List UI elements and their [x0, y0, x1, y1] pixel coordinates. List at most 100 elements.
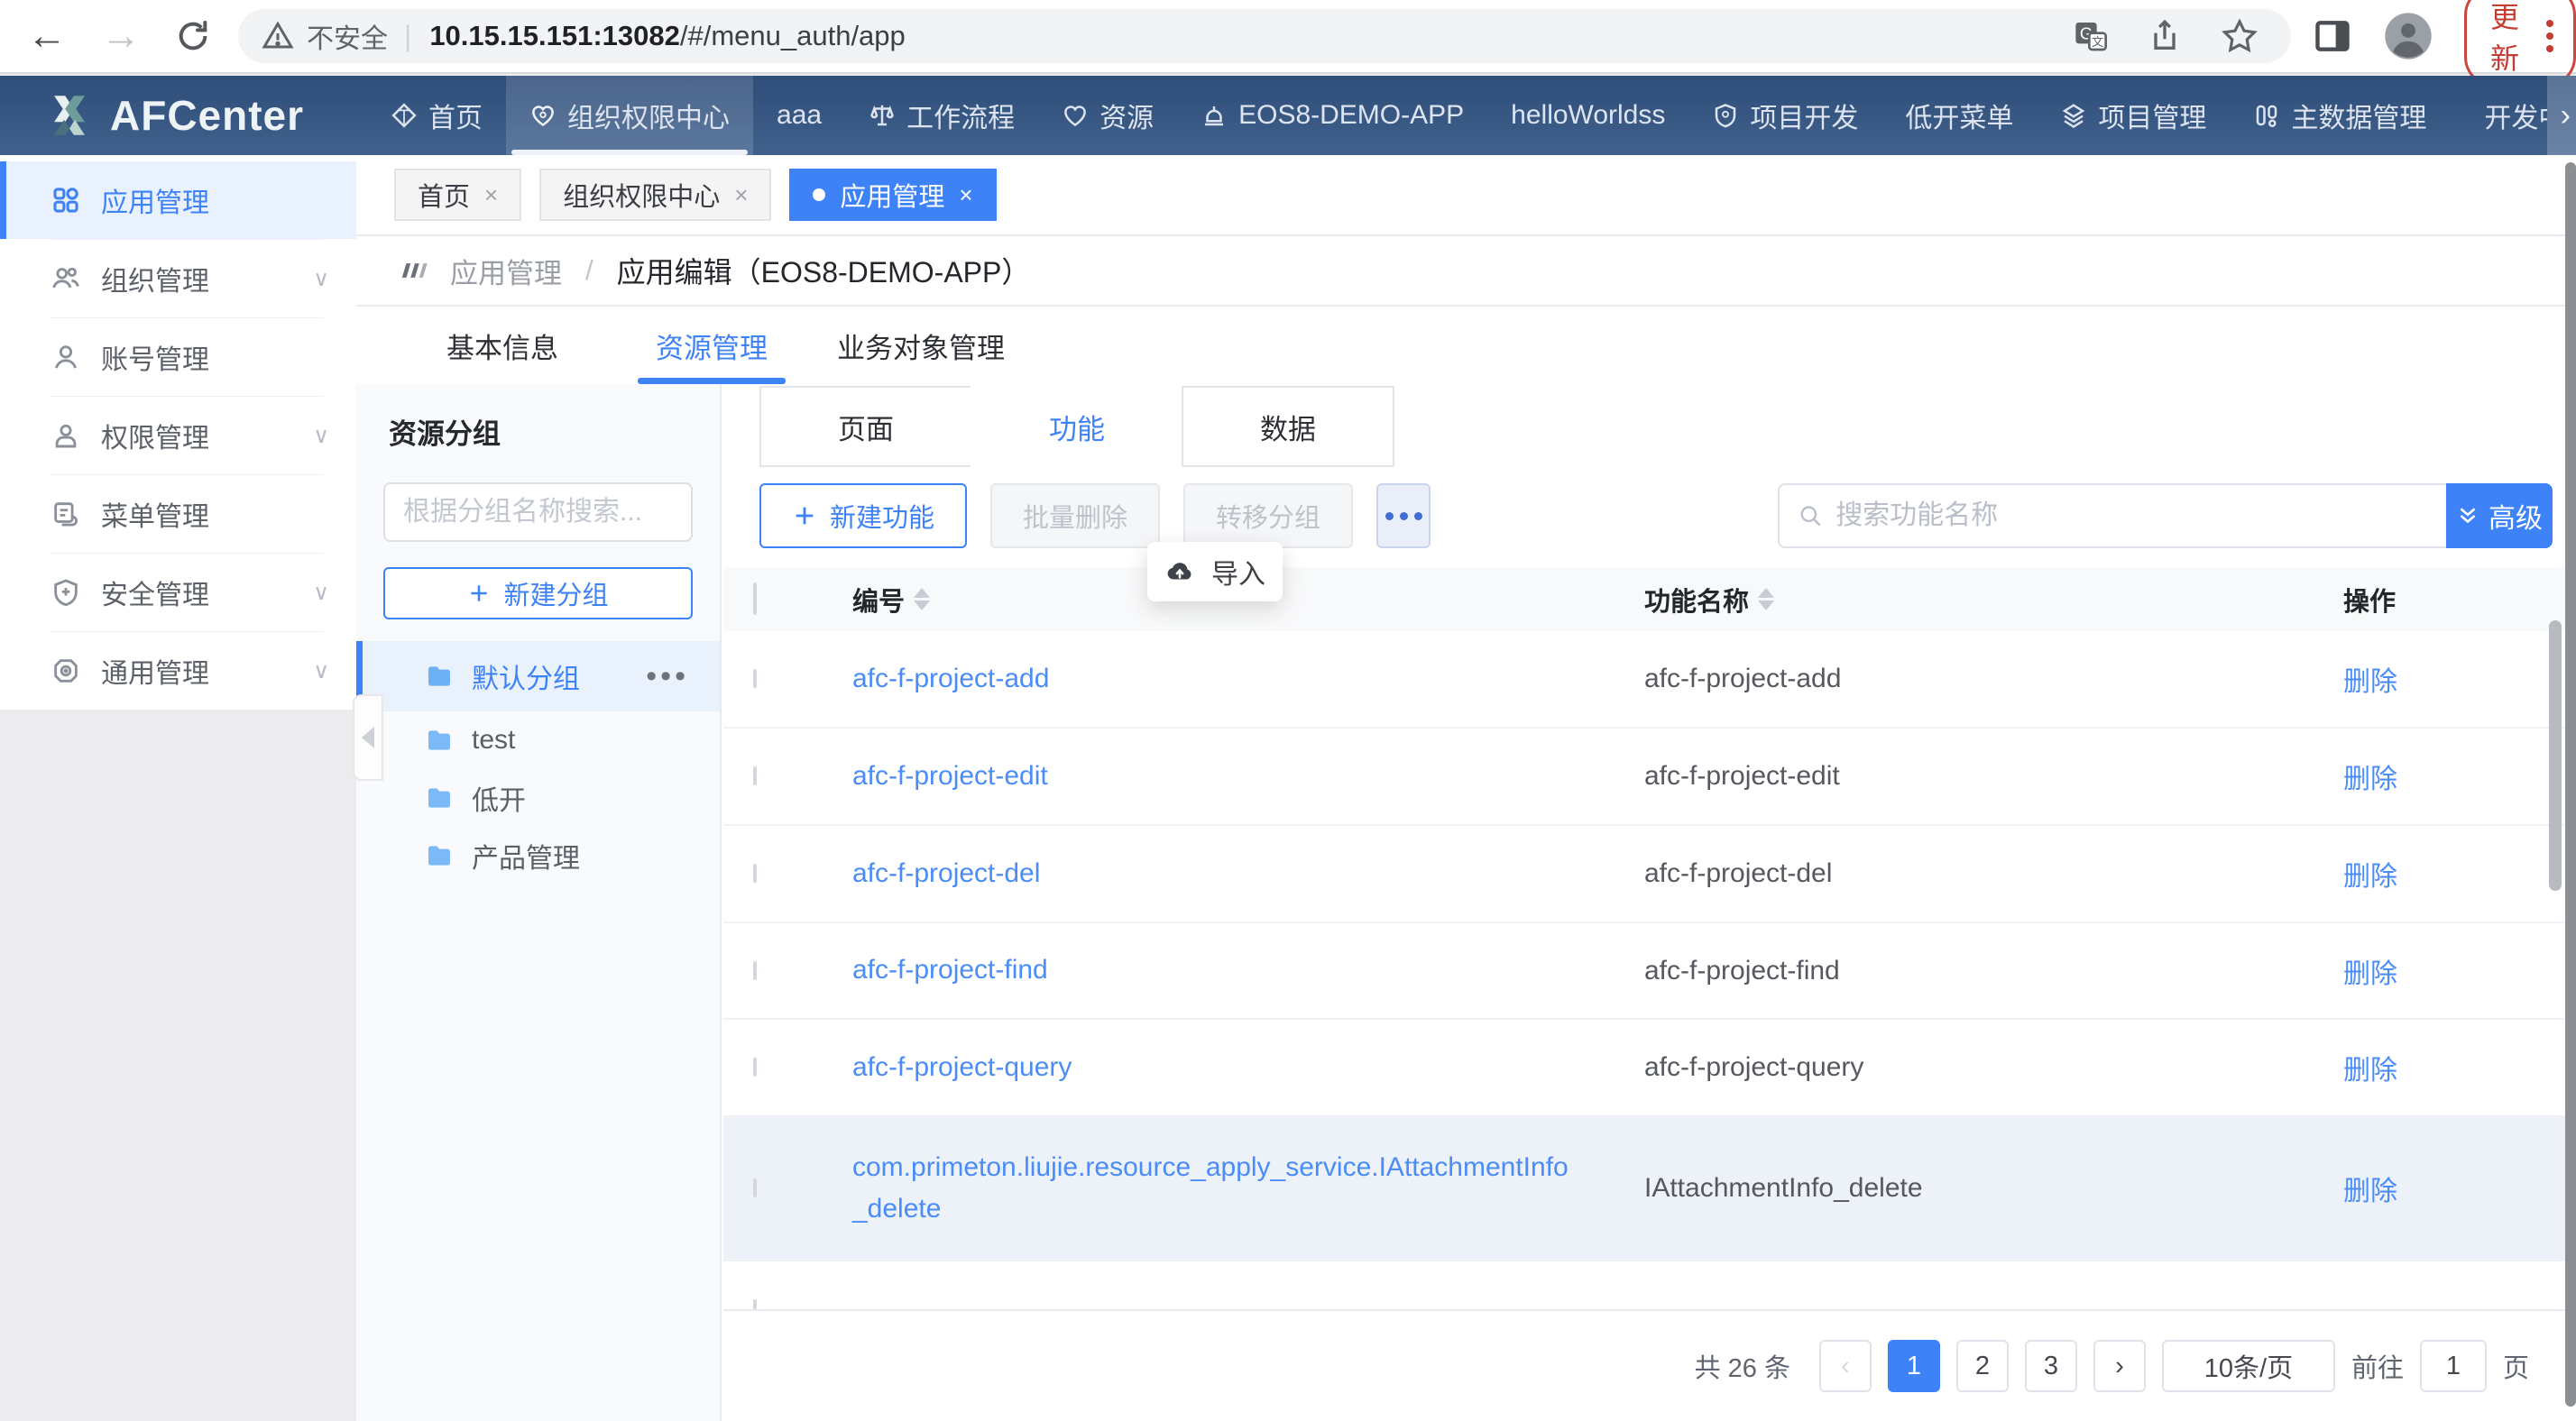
nav-overflow-chevron-icon[interactable]: › — [2547, 76, 2576, 155]
tab-app-mgmt[interactable]: 应用管理 × — [789, 169, 996, 221]
nav-item-project-mgmt[interactable]: 项目管理 — [2037, 76, 2230, 155]
page-scrollbar[interactable] — [2565, 162, 2576, 1407]
address-bar[interactable]: 不安全 | 10.15.15.151:13082 /#/menu_auth/ap… — [238, 9, 2291, 63]
close-icon[interactable]: × — [484, 181, 498, 209]
side-panel-icon[interactable] — [2313, 16, 2352, 56]
goto-page-input[interactable] — [2420, 1340, 2487, 1392]
function-id-link[interactable]: afc-f-project-del — [852, 853, 1583, 895]
transfer-group-button[interactable]: 转移分组 — [1183, 483, 1353, 548]
sort-icon[interactable] — [914, 588, 930, 610]
sidebar-item-account-mgmt[interactable]: 账号管理 — [0, 318, 356, 396]
browser-update-button[interactable]: 更新 — [2464, 0, 2576, 87]
share-icon[interactable] — [2147, 18, 2183, 54]
nav-item-eos8-demo-app[interactable]: EOS8-DEMO-APP — [1177, 76, 1487, 155]
group-list: 默认分组 ••• test 低开 产品管理 — [356, 641, 720, 885]
batch-delete-button[interactable]: 批量删除 — [990, 483, 1160, 548]
page-1-button[interactable]: 1 — [1888, 1340, 1940, 1392]
function-id-link[interactable]: com.primeton.liujie.resource_apply_servi… — [852, 1147, 1583, 1231]
group-item-product-mgmt[interactable]: 产品管理 — [356, 827, 720, 885]
breadcrumb-section[interactable]: 应用管理 — [450, 251, 562, 291]
function-id-link[interactable]: afc-f-project-add — [852, 658, 1583, 701]
delete-link[interactable]: 删除 — [2343, 1169, 2569, 1208]
tab-home[interactable]: 首页 × — [394, 169, 521, 221]
tab-data[interactable]: 数据 — [1182, 386, 1394, 467]
prev-page-button[interactable]: ‹ — [1819, 1340, 1872, 1392]
tab-resource-mgmt[interactable]: 资源管理 — [607, 307, 816, 384]
tab-business-object-mgmt[interactable]: 业务对象管理 — [816, 307, 1026, 384]
row-checkbox[interactable] — [753, 1058, 757, 1077]
browser-reload-icon[interactable] — [175, 18, 211, 54]
nav-item-org-auth-center[interactable]: 组织权限中心 — [506, 76, 753, 155]
row-checkbox[interactable] — [753, 1178, 757, 1197]
function-search-input[interactable] — [1835, 500, 2428, 531]
delete-link[interactable]: 删除 — [2343, 756, 2569, 796]
diamond-icon — [391, 102, 418, 129]
page-3-button[interactable]: 3 — [2025, 1340, 2077, 1392]
import-menu-item[interactable]: 导入 — [1147, 542, 1283, 601]
row-checkbox[interactable] — [753, 766, 757, 785]
tab-functions[interactable]: 功能 — [971, 386, 1183, 467]
group-panel-title: 资源分组 — [356, 384, 720, 452]
row-checkbox[interactable] — [753, 669, 757, 688]
nav-item-workflow[interactable]: 工作流程 — [845, 76, 1038, 155]
nav-item-project-dev[interactable]: 项目开发 — [1688, 76, 1881, 155]
function-id-link[interactable]: afc-f-project-query — [852, 1047, 1583, 1089]
group-more-icon[interactable]: ••• — [646, 659, 689, 694]
translate-icon[interactable]: G文 — [2073, 18, 2109, 54]
table-scrollbar[interactable] — [2549, 620, 2562, 891]
function-search-box[interactable] — [1778, 483, 2446, 548]
delete-link[interactable]: 删除 — [2343, 854, 2569, 894]
nav-item-in-development[interactable]: 开发中 — [2450, 76, 2547, 155]
delete-link[interactable]: 删除 — [2343, 951, 2569, 991]
nav-item-master-data[interactable]: 主数据管理 — [2230, 76, 2450, 155]
browser-forward-icon[interactable]: → — [101, 16, 141, 56]
browser-back-icon[interactable]: ← — [27, 16, 67, 56]
security-warning-icon[interactable] — [262, 20, 294, 52]
delete-link[interactable]: 删除 — [2343, 659, 2569, 699]
group-item-default[interactable]: 默认分组 ••• — [356, 641, 720, 711]
tab-pages[interactable]: 页面 — [759, 386, 972, 467]
sidebar-item-menu-mgmt[interactable]: 菜单管理 — [0, 475, 356, 553]
browser-menu-icon[interactable] — [2546, 20, 2553, 52]
row-checkbox[interactable] — [753, 961, 757, 980]
nav-item-lowcode-menu[interactable]: 低开菜单 — [1881, 76, 2037, 155]
group-item-test[interactable]: test — [356, 711, 720, 769]
tab-org-auth-center[interactable]: 组织权限中心 × — [539, 169, 771, 221]
function-id-link[interactable]: afc-f-project-find — [852, 949, 1583, 992]
more-actions-button[interactable] — [1376, 483, 1431, 548]
function-id-link[interactable]: afc-f-project-edit — [852, 756, 1583, 798]
nav-item-aaa[interactable]: aaa — [753, 76, 845, 155]
tab-basic-info[interactable]: 基本信息 — [398, 307, 607, 384]
sidebar-item-permission-mgmt[interactable]: 权限管理 ∨ — [0, 397, 356, 474]
sidebar-item-security-mgmt[interactable]: 安全管理 ∨ — [0, 554, 356, 631]
page-2-button[interactable]: 2 — [1956, 1340, 2009, 1392]
sidebar-item-app-mgmt[interactable]: 应用管理 — [0, 161, 356, 239]
select-all-checkbox[interactable] — [753, 582, 757, 615]
row-checkbox[interactable] — [753, 864, 757, 883]
next-page-button[interactable]: › — [2093, 1340, 2146, 1392]
group-item-lowcode[interactable]: 低开 — [356, 769, 720, 827]
nav-item-home[interactable]: 首页 — [367, 76, 506, 155]
sidebar-item-org-mgmt[interactable]: 组织管理 ∨ — [0, 240, 356, 317]
row-checkbox[interactable] — [753, 1299, 757, 1309]
table-row: afc-f-project-del afc-f-project-del 删除 — [723, 826, 2569, 923]
sidebar-item-general-mgmt[interactable]: 通用管理 ∨ — [0, 632, 356, 710]
nav-item-helloworldss[interactable]: helloWorldss — [1487, 76, 1688, 155]
new-function-button[interactable]: 新建功能 — [759, 483, 967, 548]
bookmark-star-icon[interactable] — [2221, 17, 2259, 55]
close-icon[interactable]: × — [734, 181, 748, 209]
profile-avatar-icon[interactable] — [2383, 11, 2433, 61]
active-dot-icon — [813, 188, 825, 201]
group-search-input[interactable] — [403, 497, 673, 527]
double-chevron-down-icon — [2456, 504, 2479, 527]
nav-item-resource[interactable]: 资源 — [1038, 76, 1177, 155]
group-search-box[interactable] — [383, 482, 693, 542]
new-group-button[interactable]: 新建分组 — [383, 567, 693, 619]
plus-icon — [792, 503, 817, 528]
advanced-search-button[interactable]: 高级 — [2446, 483, 2553, 548]
panel-collapse-handle[interactable] — [353, 694, 383, 781]
close-icon[interactable]: × — [959, 181, 972, 209]
page-size-select[interactable]: 10条/页 — [2162, 1340, 2335, 1392]
delete-link[interactable]: 删除 — [2343, 1048, 2569, 1087]
sort-icon[interactable] — [1758, 588, 1774, 610]
